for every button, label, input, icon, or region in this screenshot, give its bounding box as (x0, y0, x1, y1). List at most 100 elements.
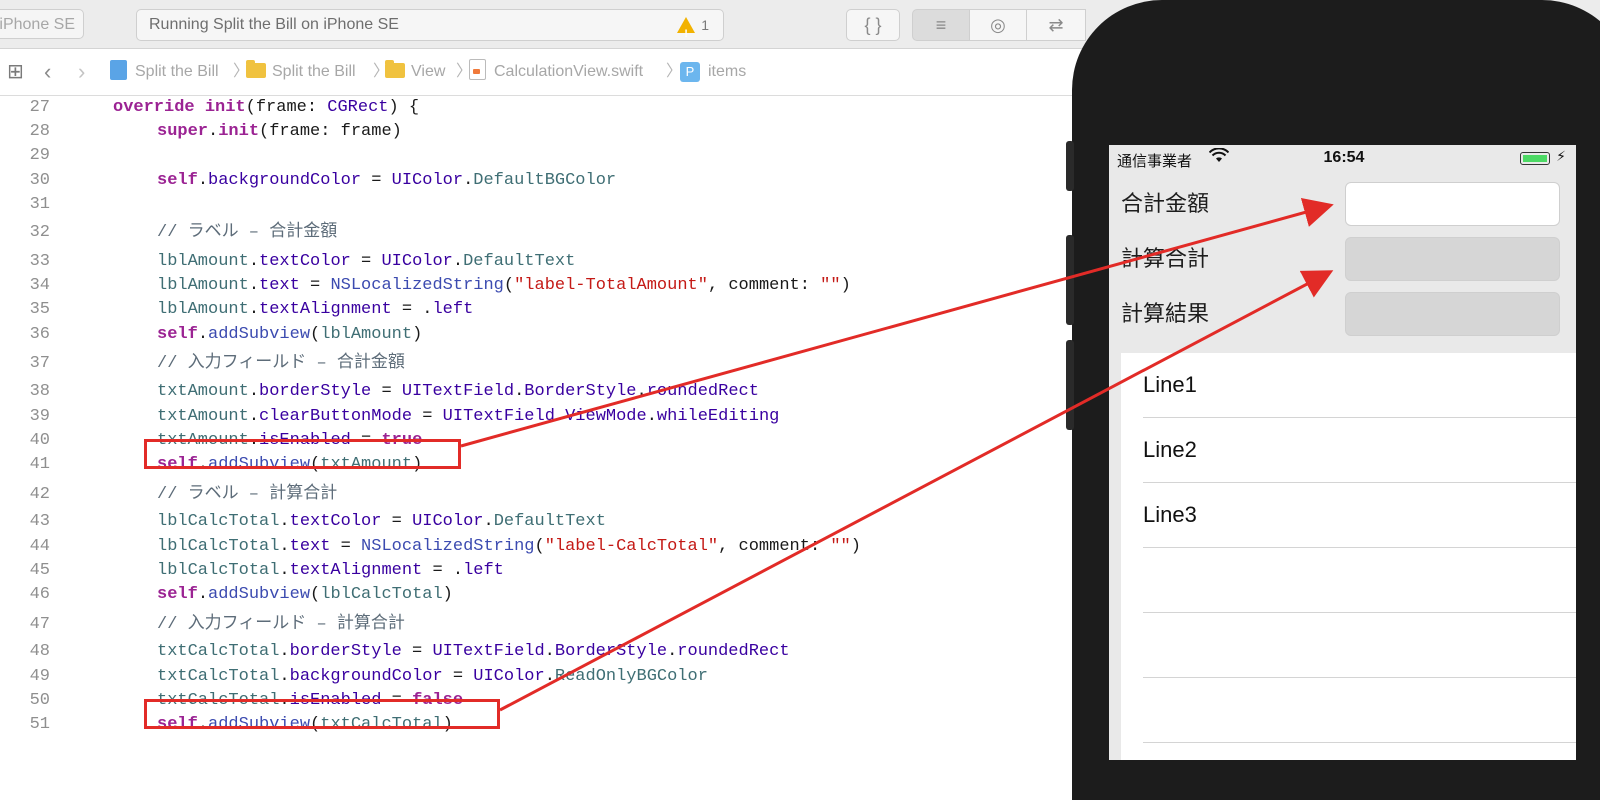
code-token: ReadOnlyBGColor (554, 667, 708, 686)
code-token: . (554, 407, 566, 426)
phone-side-button (1066, 141, 1074, 191)
related-items-grid-icon[interactable]: ⊞ (7, 49, 24, 95)
line-number: 45 (29, 561, 50, 580)
code-token: ) (850, 537, 861, 556)
breadcrumb-group[interactable]: Split the Bill (246, 49, 356, 95)
code-token: text (259, 276, 300, 295)
project-icon (110, 60, 127, 80)
items-table[interactable]: Line1 Line2 Line3 (1121, 353, 1576, 760)
code-token: DefaultBGColor (473, 171, 617, 190)
code-token: lblAmount (320, 325, 413, 344)
line-number: 36 (29, 325, 50, 344)
code-token: UITextField (442, 407, 555, 426)
code-token: . (646, 407, 657, 426)
total-amount-field[interactable] (1345, 182, 1560, 226)
code-comment: // ラベル – 合計金額 (157, 223, 338, 242)
code-token: txtAmount (157, 407, 249, 426)
code-line: 47 // 入力フィールド – 計算合計 (0, 613, 1100, 637)
line-number: 29 (29, 146, 50, 165)
line-number: 48 (29, 642, 50, 661)
line-number: 51 (29, 715, 50, 734)
code-token: = (330, 537, 362, 556)
code-line: 29 (0, 144, 1100, 168)
forward-chevron-icon[interactable]: › (78, 49, 85, 95)
code-token: override (113, 98, 195, 117)
source-editor[interactable]: 27 override init(frame: CGRect) { 28 sup… (0, 96, 1100, 760)
warning-indicator[interactable]: 1 (677, 10, 709, 49)
code-line: 46 self.addSubview(lblCalcTotal) (0, 583, 1100, 607)
code-token: init (204, 98, 246, 117)
code-token: txtCalcTotal (157, 667, 280, 686)
code-token: . (208, 122, 219, 141)
warning-icon (677, 17, 696, 49)
code-token: . (452, 252, 464, 271)
line-number: 38 (29, 382, 50, 401)
code-token: (frame: (245, 98, 328, 117)
code-token: , comment: (707, 276, 821, 295)
property-icon: P (680, 62, 700, 82)
table-row-empty[interactable] (1143, 548, 1576, 613)
version-editor-button[interactable]: ⇄ (1026, 9, 1086, 41)
code-token: (frame: frame) (259, 122, 402, 141)
form-row-calc-result: 計算結果 (1109, 292, 1576, 340)
table-row[interactable]: Line1 (1143, 353, 1576, 418)
simulator-screen[interactable]: 通信事業者 16:54 ⚡ 合計金額 計算合計 計算結果 Line1 Line2… (1109, 145, 1576, 760)
code-comment: // ラベル – 計算合計 (157, 485, 338, 504)
braces-icon: { } (864, 15, 882, 35)
code-token: "" (830, 537, 851, 556)
device-selector[interactable]: iPhone SE (0, 9, 84, 39)
phone-volume-down-button (1066, 340, 1074, 430)
code-token: BorderStyle (524, 382, 637, 401)
table-row-empty[interactable] (1143, 678, 1576, 743)
table-row[interactable]: Line2 (1143, 418, 1576, 483)
code-token: = (442, 667, 474, 686)
code-token: lblCalcTotal (320, 585, 443, 604)
code-token: "label-TotalAmount" (514, 276, 708, 295)
code-line: 39 txtAmount.clearButtonMode = UITextFie… (0, 405, 1100, 429)
form-row-calc-total: 計算合計 (1109, 237, 1576, 285)
standard-editor-button[interactable]: ≡ (912, 9, 970, 41)
code-token: ( (503, 276, 515, 295)
library-button[interactable]: { } (846, 9, 900, 41)
breadcrumb-project[interactable]: Split the Bill (110, 49, 219, 95)
code-token: left (432, 300, 474, 319)
code-token: backgroundColor (289, 667, 443, 686)
line-number: 43 (29, 512, 50, 531)
code-token: left (463, 561, 504, 580)
code-token: . (248, 276, 260, 295)
breadcrumb-symbol[interactable]: Pitems (680, 49, 746, 95)
status-time: 16:54 (1323, 149, 1365, 166)
code-token: lblAmount (157, 252, 249, 271)
code-token: = (371, 382, 402, 401)
line-number: 27 (29, 98, 50, 117)
line-number: 47 (29, 615, 50, 634)
code-token: . (544, 642, 555, 661)
code-token: addSubview (208, 585, 311, 604)
calc-result-field (1345, 292, 1560, 336)
overlap-circles-icon: ◎ (990, 15, 1006, 35)
code-token: textColor (289, 512, 382, 531)
code-line: 36 self.addSubview(lblAmount) (0, 323, 1100, 347)
line-number: 33 (29, 252, 50, 271)
code-token: borderStyle (259, 382, 372, 401)
folder-icon (385, 60, 405, 78)
breadcrumb-file[interactable]: CalculationView.swift (469, 49, 643, 95)
code-token: . (248, 407, 260, 426)
code-token: = (412, 407, 443, 426)
table-row-empty[interactable] (1143, 613, 1576, 678)
code-token: ( (534, 537, 545, 556)
code-token: . (279, 642, 290, 661)
code-comment: // 入力フィールド – 計算合計 (157, 615, 405, 634)
line-number: 46 (29, 585, 50, 604)
assistant-editor-button[interactable]: ◎ (969, 9, 1027, 41)
table-row[interactable]: Line3 (1143, 483, 1576, 548)
breadcrumb-view-folder[interactable]: View (385, 49, 445, 95)
back-chevron-icon[interactable]: ‹ (44, 49, 51, 95)
code-token: addSubview (208, 325, 311, 344)
code-token: lblCalcTotal (157, 512, 280, 531)
code-token: UITextField (432, 642, 545, 661)
code-token: self (157, 171, 198, 190)
code-token: . (463, 171, 474, 190)
code-token: UIColor (391, 171, 464, 190)
code-token: . (197, 171, 209, 190)
